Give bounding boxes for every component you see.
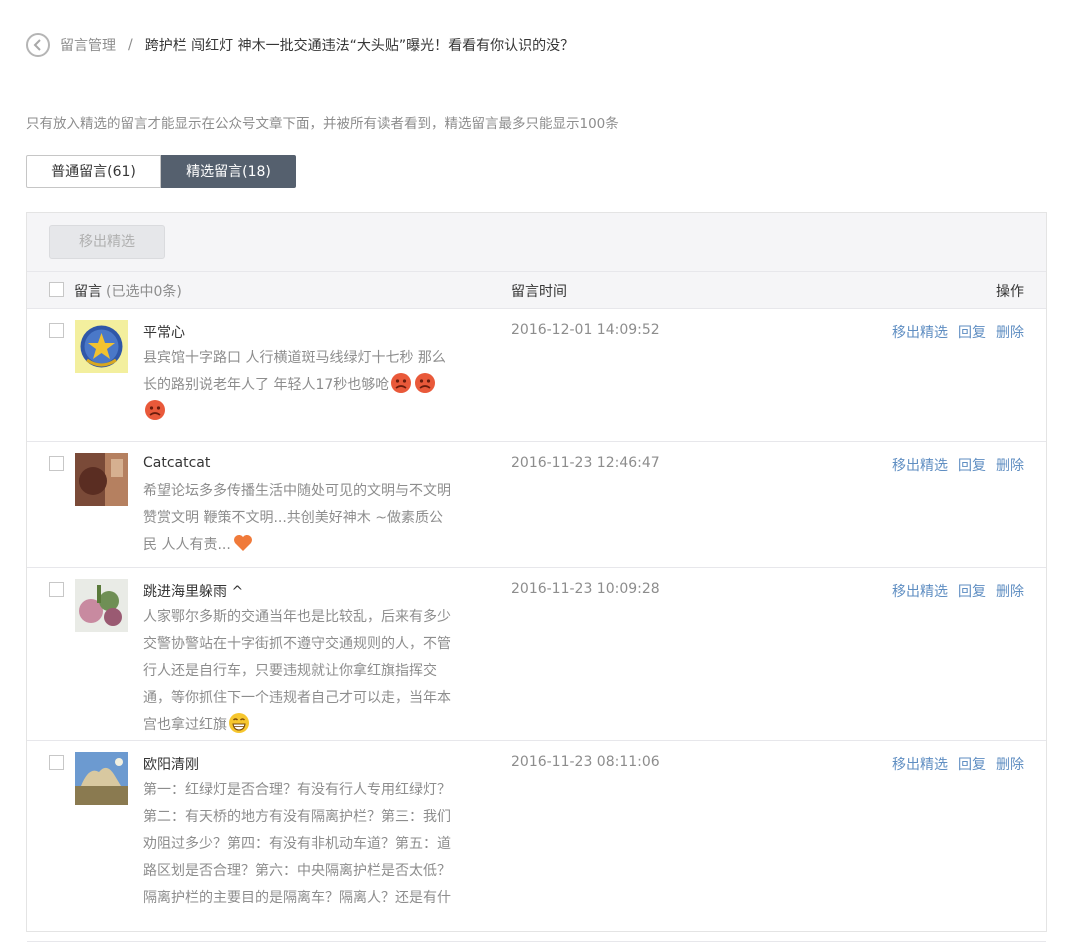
comment-line: 劝阻过多少？第四：有没有非机动车道？第五：道 — [143, 836, 451, 852]
toolbar: 移出精选 — [27, 213, 1046, 272]
comment-content: 人家鄂尔多斯的交通当年也是比较乱，后来有多少 交警协警站在十字街抓不遵守交通规则… — [143, 604, 488, 739]
delete-link[interactable]: 删除 — [996, 757, 1024, 773]
comment-line: 第一：红绿灯是否合理？有没有行人专用红绿灯？ — [143, 782, 451, 798]
row-checkbox[interactable] — [49, 755, 64, 770]
comment-time: 2016-12-01 14:09:52 — [511, 322, 660, 338]
row-checkbox[interactable] — [49, 456, 64, 471]
chevron-left-icon — [33, 39, 41, 51]
row-checkbox[interactable] — [49, 323, 64, 338]
table-header: 留言 (已选中0条) 留言时间 操作 — [27, 272, 1046, 309]
avatar[interactable] — [75, 320, 128, 373]
table-row: 欧阳清刚 第一：红绿灯是否合理？有没有行人专用红绿灯？ 第二：有天桥的地方有没有… — [27, 741, 1046, 942]
comment-line: 长的路别说老年人了 年轻人17秒也够呛 — [143, 372, 488, 399]
breadcrumb-separator: / — [128, 37, 133, 53]
page-title: 跨护栏 闯红灯 神木一批交通违法“大头贴”曝光！看看有你认识的没？ — [144, 38, 575, 54]
column-header-message: 留言 (已选中0条) — [74, 281, 182, 301]
comment-line-text: 民 人人有责... — [143, 537, 231, 553]
row-actions: 移出精选 回复 删除 — [882, 581, 1024, 601]
delete-link[interactable]: 删除 — [996, 584, 1024, 600]
comment-panel: 移出精选 留言 (已选中0条) 留言时间 操作 平常心 县宾馆十字路口 人行横道斑… — [26, 212, 1047, 942]
comment-line — [143, 399, 488, 426]
breadcrumb: 留言管理 / 跨护栏 闯红灯 神木一批交通违法“大头贴”曝光！看看有你认识的没？ — [26, 31, 574, 59]
avatar[interactable] — [75, 579, 128, 632]
grin-emoji — [228, 712, 250, 734]
comment-line: 通，等你抓住下一个违规者自己才可以走，当年本 — [143, 690, 451, 706]
remove-featured-link[interactable]: 移出精选 — [892, 584, 948, 600]
table-row: 跳进海里躲雨 ^ 人家鄂尔多斯的交通当年也是比较乱，后来有多少 交警协警站在十字… — [27, 568, 1046, 741]
comment-nickname: Catcatcat — [143, 455, 211, 471]
comment-content: 县宾馆十字路口 人行横道斑马线绿灯十七秒 那么 长的路别说老年人了 年轻人17秒… — [143, 345, 488, 426]
bulk-remove-featured-button[interactable]: 移出精选 — [49, 225, 165, 259]
table-row: Catcatcat 希望论坛多多传播生活中随处可见的文明与不文明 赞赏文明 鞭策… — [27, 442, 1046, 568]
table-row: 平常心 县宾馆十字路口 人行横道斑马线绿灯十七秒 那么 长的路别说老年人了 年轻… — [27, 309, 1046, 442]
select-all-checkbox[interactable] — [49, 282, 64, 297]
reply-link[interactable]: 回复 — [958, 757, 986, 773]
back-button[interactable] — [26, 33, 50, 57]
comment-time: 2016-11-23 08:11:06 — [511, 754, 660, 770]
column-header-ops: 操作 — [996, 284, 1024, 300]
comment-nickname: 跳进海里躲雨 ^ — [143, 584, 244, 600]
comment-line: 路区划是否合理？第六：中央隔离护栏是否太低？ — [143, 863, 451, 879]
police-badge-avatar-icon — [75, 320, 128, 373]
row-actions: 移出精选 回复 删除 — [882, 455, 1024, 475]
angry-face-emoji — [144, 399, 166, 421]
angry-face-emoji — [390, 372, 412, 394]
selected-count: (已选中0条) — [106, 284, 182, 300]
comment-line: 赞赏文明 鞭策不文明...共创美好神木 ~做素质公 — [143, 510, 443, 526]
comment-line-text: 宫也拿过红旗 — [143, 717, 227, 733]
comment-line-text: 长的路别说老年人了 年轻人17秒也够呛 — [143, 377, 390, 393]
comment-time: 2016-11-23 10:09:28 — [511, 581, 660, 597]
comment-line: 希望论坛多多传播生活中随处可见的文明与不文明 — [143, 483, 451, 499]
comment-line: 行人还是自行车，只要违规就让你拿红旗指挥交 — [143, 663, 437, 679]
comment-line: 县宾馆十字路口 人行横道斑马线绿灯十七秒 那么 — [143, 350, 446, 366]
reply-link[interactable]: 回复 — [958, 325, 986, 341]
angry-face-emoji — [414, 372, 436, 394]
reply-link[interactable]: 回复 — [958, 458, 986, 474]
comment-content: 第一：红绿灯是否合理？有没有行人专用红绿灯？ 第二：有天桥的地方有没有隔离护栏？… — [143, 777, 488, 912]
column-header-time: 留言时间 — [511, 284, 567, 300]
remove-featured-link[interactable]: 移出精选 — [892, 757, 948, 773]
featured-notice: 只有放入精选的留言才能显示在公众号文章下面，并被所有读者看到，精选留言最多只能显… — [26, 116, 619, 132]
tab-featured-comments[interactable]: 精选留言(18) — [161, 155, 296, 188]
row-actions: 移出精选 回复 删除 — [882, 754, 1024, 774]
tab-normal-comments[interactable]: 普通留言(61) — [26, 155, 161, 188]
row-actions: 移出精选 回复 删除 — [882, 322, 1024, 342]
remove-featured-link[interactable]: 移出精选 — [892, 325, 948, 341]
delete-link[interactable]: 删除 — [996, 325, 1024, 341]
breadcrumb-parent-link[interactable]: 留言管理 — [60, 35, 116, 55]
flowers-avatar-icon — [75, 579, 128, 632]
comment-line: 交警协警站在十字街抓不遵守交通规则的人，不管 — [143, 636, 451, 652]
comment-nickname: 欧阳清刚 — [143, 757, 199, 773]
column-message-label: 留言 — [74, 284, 102, 300]
row-checkbox[interactable] — [49, 582, 64, 597]
comment-line: 民 人人有责... — [143, 532, 488, 559]
comment-line: 人家鄂尔多斯的交通当年也是比较乱，后来有多少 — [143, 609, 451, 625]
comment-line: 隔离护栏的主要目的是隔离车？隔离人？还是有什 — [143, 890, 451, 906]
comment-tabs: 普通留言(61) 精选留言(18) — [26, 155, 296, 188]
photo-avatar-icon — [75, 453, 128, 506]
avatar[interactable] — [75, 453, 128, 506]
reply-link[interactable]: 回复 — [958, 584, 986, 600]
comment-time: 2016-11-23 12:46:47 — [511, 455, 660, 471]
comment-line: 宫也拿过红旗 — [143, 712, 488, 739]
remove-featured-link[interactable]: 移出精选 — [892, 458, 948, 474]
heart-emoji — [232, 532, 254, 554]
avatar[interactable] — [75, 752, 128, 805]
comment-line: 第二：有天桥的地方有没有隔离护栏？第三：我们 — [143, 809, 451, 825]
delete-link[interactable]: 删除 — [996, 458, 1024, 474]
comment-content: 希望论坛多多传播生活中随处可见的文明与不文明 赞赏文明 鞭策不文明...共创美好… — [143, 478, 488, 559]
landscape-avatar-icon — [75, 752, 128, 805]
comment-nickname: 平常心 — [143, 325, 185, 341]
